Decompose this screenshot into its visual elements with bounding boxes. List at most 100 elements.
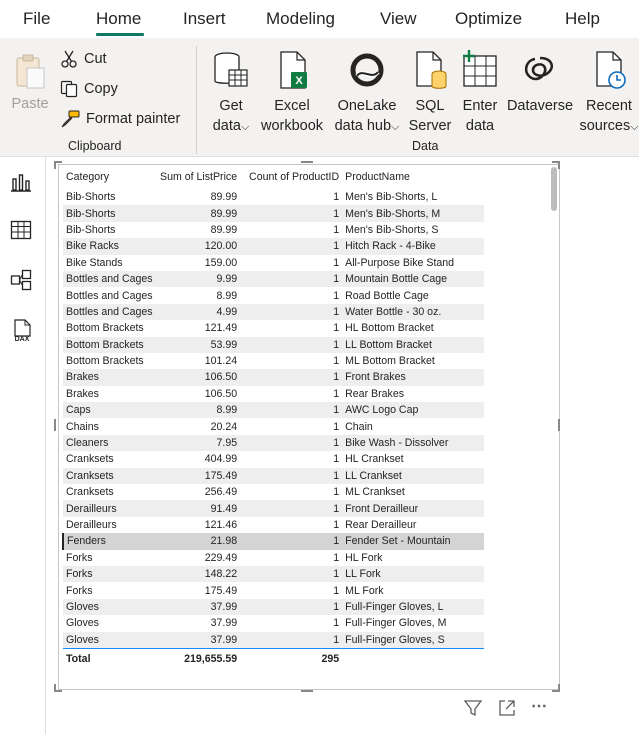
tab-modeling[interactable]: Modeling bbox=[266, 9, 335, 29]
cell-productname: Full-Finger Gloves, S bbox=[342, 631, 485, 649]
table-row[interactable]: Cleaners 7.95 1 Bike Wash - Dissolver bbox=[63, 434, 485, 452]
cell-category: Derailleurs bbox=[63, 516, 157, 534]
column-header-sum-listprice[interactable]: Sum of ListPrice bbox=[157, 165, 240, 189]
resize-handle[interactable] bbox=[54, 419, 56, 431]
tab-insert[interactable]: Insert bbox=[183, 9, 226, 29]
active-tab-indicator bbox=[96, 33, 144, 36]
table-row[interactable]: Chains 20.24 1 Chain bbox=[63, 418, 485, 435]
table-row[interactable]: Forks 148.22 1 LL Fork bbox=[63, 565, 485, 583]
cell-category: Fenders bbox=[62, 533, 157, 550]
table-row[interactable]: Bottles and Cages 9.99 1 Mountain Bottle Ca… bbox=[63, 270, 485, 288]
focus-mode-icon[interactable] bbox=[497, 698, 517, 723]
cell-count-productid: 1 bbox=[240, 615, 343, 632]
table-view-icon[interactable] bbox=[10, 219, 32, 241]
cell-sum-listprice: 120.00 bbox=[157, 238, 241, 255]
recent-sources-button[interactable]: Recent sources⌵ bbox=[576, 50, 639, 137]
excel-workbook-button[interactable]: X Excel workbook bbox=[258, 50, 326, 136]
column-header-count-productid[interactable]: Count of ProductID bbox=[240, 165, 342, 189]
copy-button[interactable]: Copy bbox=[60, 80, 118, 98]
dataverse-icon bbox=[524, 56, 553, 81]
table-row[interactable]: Brakes 106.50 1 Rear Brakes bbox=[63, 385, 485, 403]
sql-server-button[interactable]: SQL Server bbox=[405, 50, 455, 136]
column-header-category[interactable]: Category bbox=[63, 165, 157, 189]
tab-view[interactable]: View bbox=[380, 9, 417, 29]
cell-count-productid: 1 bbox=[240, 582, 343, 599]
tab-file[interactable]: File bbox=[23, 9, 50, 29]
table-row[interactable]: Bib-Shorts 89.99 1 Men's Bib-Shorts, M bbox=[63, 205, 485, 222]
dataverse-button[interactable]: Dataverse bbox=[505, 50, 575, 116]
group-separator bbox=[196, 46, 197, 154]
table-row[interactable]: Bike Stands 159.00 1 All-Purpose Bike Stand bbox=[63, 254, 485, 271]
paste-button[interactable]: Paste bbox=[8, 52, 52, 114]
data-table: Category Sum of ListPrice Count of Produ… bbox=[62, 165, 485, 669]
cell-sum-listprice: 8.99 bbox=[157, 402, 241, 419]
table-row[interactable]: Caps 8.99 1 AWC Logo Cap bbox=[63, 402, 485, 419]
table-row[interactable]: Derailleurs 121.46 1 Rear Derailleur bbox=[63, 516, 485, 534]
table-row[interactable]: Bike Racks 120.00 1 Hitch Rack - 4-Bike bbox=[63, 238, 485, 255]
cell-sum-listprice: 159.00 bbox=[157, 254, 241, 271]
table-row[interactable]: Forks 229.49 1 HL Fork bbox=[63, 549, 485, 566]
table-row[interactable]: Bottom Brackets 101.24 1 ML Bottom Bracket bbox=[63, 352, 485, 370]
cell-category: Brakes bbox=[63, 385, 157, 403]
cell-category: Forks bbox=[63, 565, 157, 583]
table-row[interactable]: Brakes 106.50 1 Front Brakes bbox=[63, 369, 485, 386]
table-row[interactable]: Bottom Brackets 53.99 1 LL Bottom Bracket bbox=[63, 336, 485, 353]
format-painter-button[interactable]: Format painter bbox=[60, 110, 180, 128]
filter-icon[interactable] bbox=[463, 698, 483, 723]
table-row[interactable]: Bib-Shorts 89.99 1 Men's Bib-Shorts, S bbox=[63, 221, 485, 239]
enter-data-button[interactable]: Enter data bbox=[457, 50, 503, 136]
cell-sum-listprice: 7.95 bbox=[157, 434, 241, 452]
ribbon-tabs: File Home Insert Modeling View Optimize … bbox=[0, 0, 639, 38]
column-header-productname[interactable]: ProductName bbox=[342, 165, 484, 189]
table-row[interactable]: Cranksets 404.99 1 HL Crankset bbox=[63, 451, 485, 468]
cell-category: Chains bbox=[63, 418, 157, 435]
tab-home[interactable]: Home bbox=[96, 9, 141, 29]
cell-category: Cranksets bbox=[63, 484, 157, 501]
resize-handle[interactable] bbox=[54, 684, 56, 692]
cell-sum-listprice: 21.98 bbox=[157, 533, 241, 550]
table-row[interactable]: Forks 175.49 1 ML Fork bbox=[63, 582, 485, 599]
report-view-icon[interactable] bbox=[10, 171, 32, 193]
total-count-productid: 295 bbox=[240, 647, 343, 669]
table-row[interactable]: Gloves 37.99 1 Full-Finger Gloves, M bbox=[63, 615, 485, 632]
cell-category: Bottom Brackets bbox=[63, 336, 157, 353]
cell-count-productid: 1 bbox=[240, 238, 343, 255]
more-options-icon[interactable]: ⋯ bbox=[531, 696, 548, 716]
table-row[interactable]: Bottom Brackets 121.49 1 HL Bottom Bracket bbox=[63, 320, 485, 337]
cell-sum-listprice: 53.99 bbox=[157, 336, 241, 353]
resize-handle[interactable] bbox=[558, 161, 560, 169]
enter-data-table-icon bbox=[463, 50, 497, 87]
vertical-scrollbar[interactable] bbox=[551, 167, 557, 211]
model-view-icon[interactable] bbox=[10, 269, 32, 291]
resize-handle[interactable] bbox=[301, 161, 313, 163]
table-row[interactable]: Gloves 37.99 1 Full-Finger Gloves, L bbox=[63, 598, 485, 616]
table-row[interactable]: Gloves 37.99 1 Full-Finger Gloves, S bbox=[63, 631, 485, 649]
cell-count-productid: 1 bbox=[240, 418, 343, 435]
cell-category: Caps bbox=[63, 402, 157, 419]
table-row[interactable]: Bottles and Cages 4.99 1 Water Bottle - 30 … bbox=[63, 303, 485, 321]
resize-handle[interactable] bbox=[54, 161, 56, 169]
resize-handle[interactable] bbox=[558, 419, 560, 431]
database-grid-icon bbox=[214, 52, 248, 87]
tab-optimize[interactable]: Optimize bbox=[455, 9, 522, 29]
cell-category: Cranksets bbox=[63, 451, 157, 468]
get-data-button[interactable]: Get data⌵ bbox=[205, 50, 257, 137]
table-row[interactable]: Cranksets 256.49 1 ML Crankset bbox=[63, 484, 485, 501]
table-row[interactable]: Fenders 21.98 1 Fender Set - Mountain bbox=[62, 533, 485, 550]
data-group-label: Data bbox=[412, 139, 439, 153]
format-painter-icon bbox=[61, 110, 80, 128]
resize-handle[interactable] bbox=[558, 684, 560, 692]
table-visual[interactable]: Category Sum of ListPrice Count of Produ… bbox=[58, 164, 560, 690]
table-row[interactable]: Bottles and Cages 8.99 1 Road Bottle Cage bbox=[63, 287, 485, 304]
cut-button[interactable]: Cut bbox=[60, 50, 107, 68]
cell-category: Derailleurs bbox=[63, 500, 157, 517]
tab-help[interactable]: Help bbox=[565, 9, 600, 29]
table-row[interactable]: Derailleurs 91.49 1 Front Derailleur bbox=[63, 500, 485, 517]
table-row[interactable]: Bib-Shorts 89.99 1 Men's Bib-Shorts, L bbox=[63, 189, 485, 206]
cell-productname: Fender Set - Mountain bbox=[342, 533, 485, 550]
copy-label: Copy bbox=[84, 81, 118, 97]
resize-handle[interactable] bbox=[301, 690, 313, 692]
table-row[interactable]: Cranksets 175.49 1 LL Crankset bbox=[63, 467, 485, 485]
onelake-data-hub-button[interactable]: OneLake data hub⌵ bbox=[333, 50, 401, 137]
dax-query-view-icon[interactable]: DAX bbox=[10, 319, 32, 343]
